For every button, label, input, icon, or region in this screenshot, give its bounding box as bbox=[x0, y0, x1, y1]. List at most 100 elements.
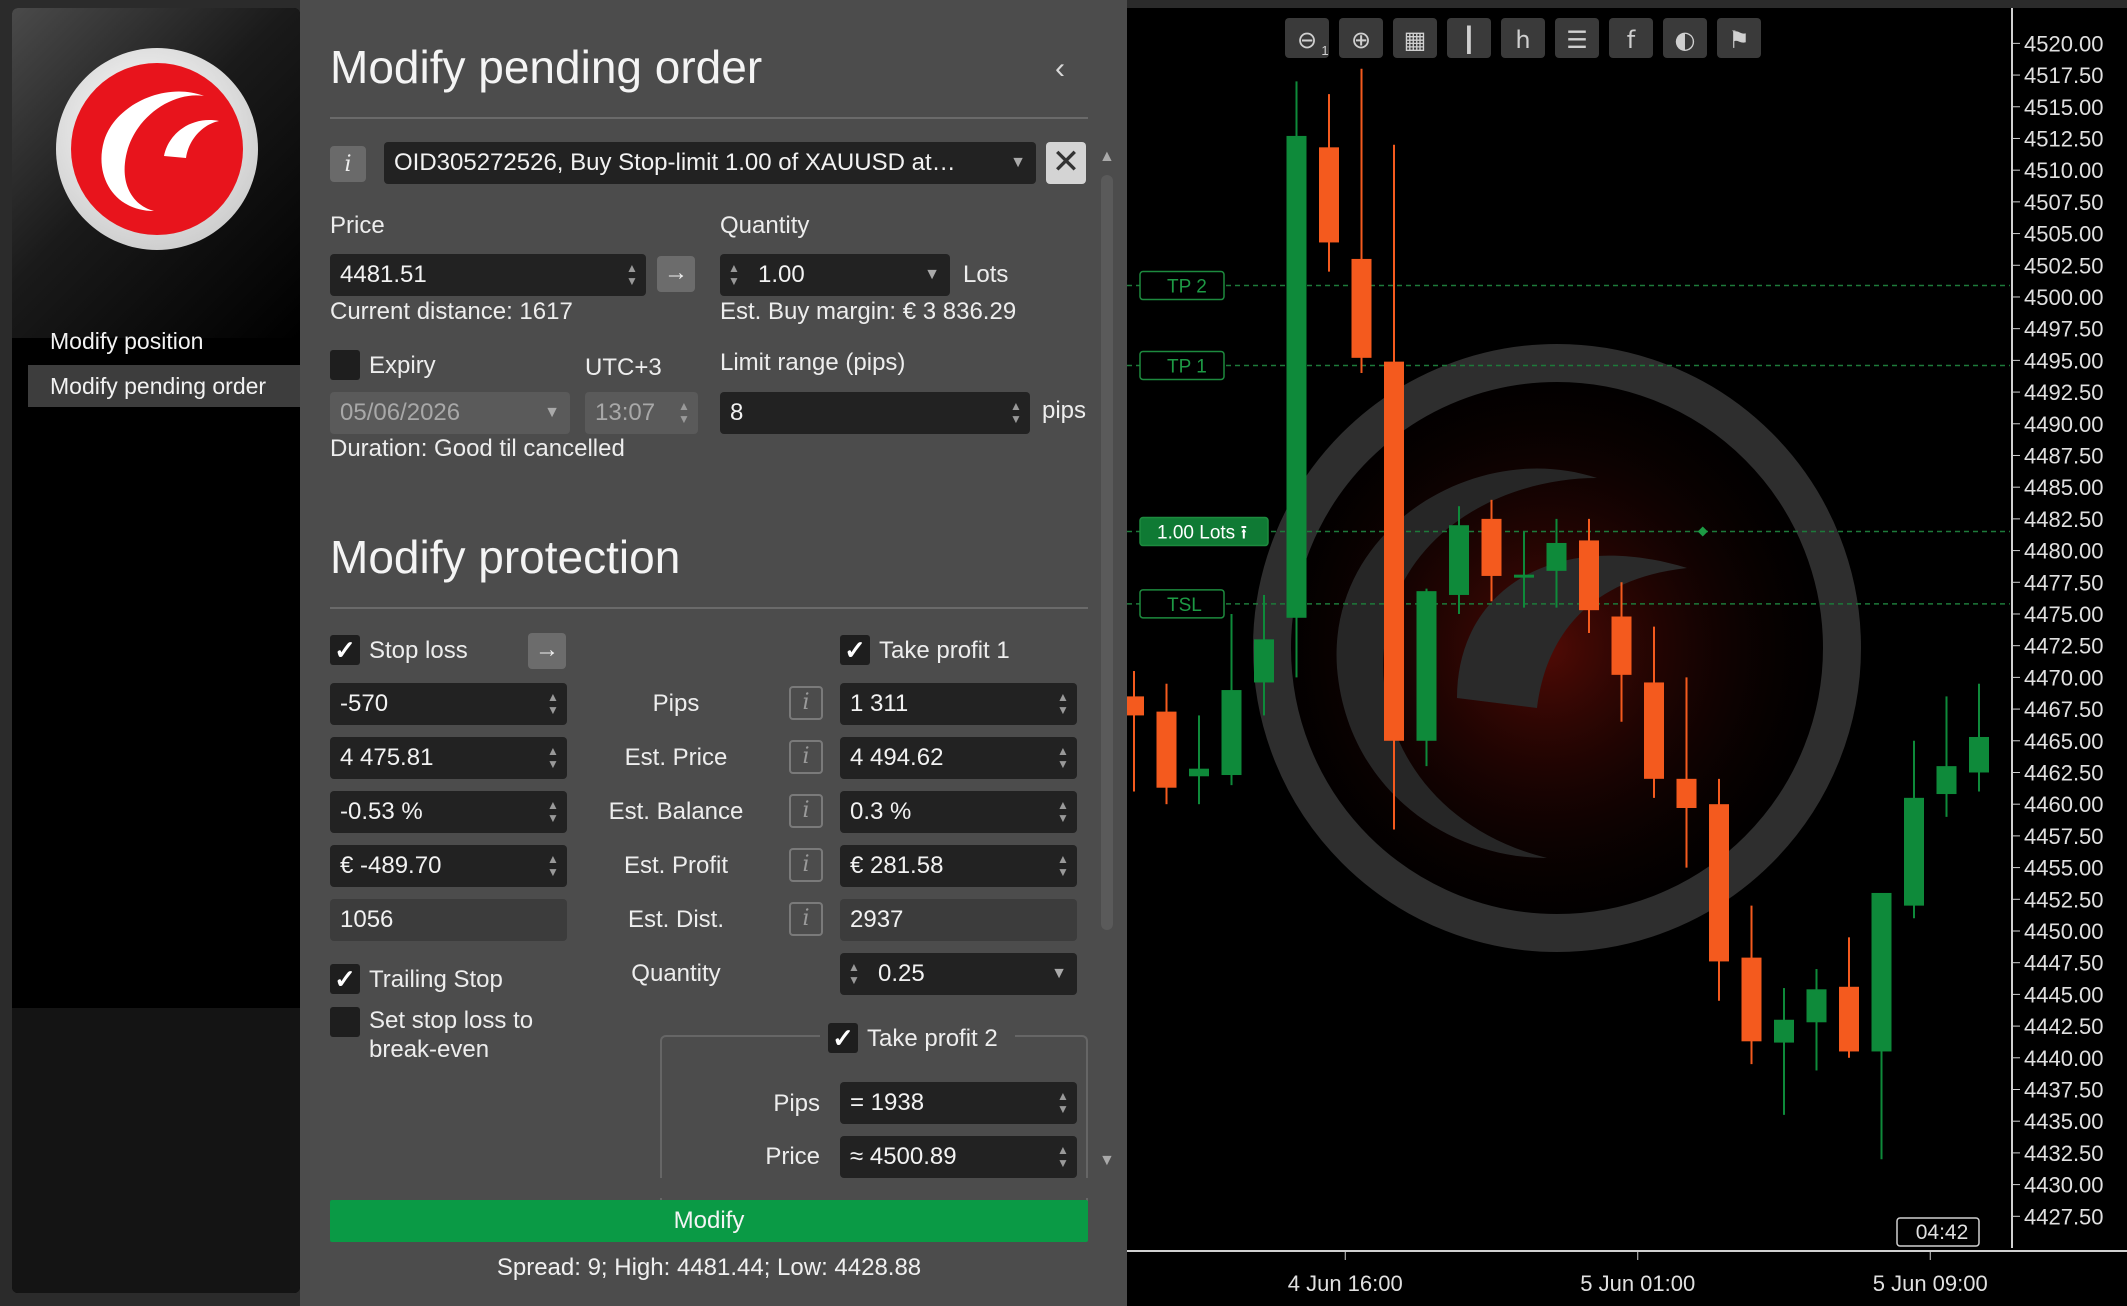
y-tick-label: 4447.50 bbox=[2024, 951, 2104, 976]
x-tick-label: 5 Jun 09:00 bbox=[1873, 1271, 1988, 1296]
stop-loss-arrow-icon[interactable]: → bbox=[528, 633, 566, 669]
candle-body bbox=[1221, 690, 1242, 776]
y-tick-label: 4452.50 bbox=[2024, 887, 2104, 912]
y-tick-label: 4435.00 bbox=[2024, 1109, 2104, 1134]
take-profit2-label: Take profit 2 bbox=[867, 1025, 998, 1052]
y-tick-label: 4432.50 bbox=[2024, 1141, 2104, 1166]
spinner-icon[interactable]: ▲ ▼ bbox=[547, 691, 559, 717]
spinner-icon[interactable]: ▲ ▼ bbox=[1057, 691, 1069, 717]
info-icon[interactable]: i bbox=[789, 848, 823, 882]
spinner-icon[interactable]: ▲ ▼ bbox=[626, 262, 638, 288]
spinner-icon[interactable]: ▲ ▼ bbox=[848, 961, 860, 987]
candle-body bbox=[1774, 1019, 1794, 1043]
tp-profit-value: € 281.58 bbox=[850, 852, 944, 879]
candle-body bbox=[1319, 147, 1339, 243]
order-select[interactable]: OID305272526, Buy Stop-limit 1.00 of XAU… bbox=[384, 142, 1036, 184]
divider bbox=[330, 607, 1088, 609]
expiry-time-value: 13:07 bbox=[595, 399, 656, 426]
chart-canvas[interactable]: 4520.00 4517.50 4515.00 4512.50 4510.00 4507.… bbox=[1124, 8, 2127, 1306]
tp-balance-input[interactable]: 0.3 % ▲ ▼ bbox=[840, 791, 1077, 833]
sl-distance-value: 1056 bbox=[340, 906, 394, 933]
spinner-icon[interactable]: ▲ ▼ bbox=[547, 853, 559, 879]
take-profit2-checkbox[interactable]: ✓ bbox=[828, 1023, 858, 1053]
expiry-checkbox[interactable] bbox=[330, 350, 360, 380]
scroll-down-icon[interactable]: ▼ bbox=[1099, 1152, 1115, 1170]
tp-distance-field: 2937 bbox=[840, 899, 1077, 941]
list-icon-glyph: ☰ bbox=[1566, 26, 1588, 54]
spinner-icon[interactable]: ▲ ▼ bbox=[547, 799, 559, 825]
page-title: Modify pending order bbox=[330, 41, 763, 93]
y-tick-label: 4437.50 bbox=[2024, 1077, 2104, 1102]
candle-body bbox=[1839, 986, 1859, 1052]
x-tick-label: 5 Jun 01:00 bbox=[1580, 1271, 1695, 1296]
sl-profit-input[interactable]: € -489.70 ▲ ▼ bbox=[330, 845, 567, 887]
tp2-pips-value: = 1938 bbox=[850, 1089, 925, 1116]
info-icon[interactable]: i bbox=[789, 740, 823, 774]
y-tick-label: 4430.00 bbox=[2024, 1173, 2104, 1198]
chart-settings-icon-glyph: ▦ bbox=[1404, 26, 1427, 54]
row-label-pips: Pips bbox=[652, 690, 700, 717]
spinner-icon[interactable]: ▲ ▼ bbox=[547, 745, 559, 771]
form-scrollbar[interactable] bbox=[1101, 175, 1113, 930]
collapse-chevron-icon[interactable]: ‹ bbox=[1055, 52, 1065, 86]
y-tick-label: 4455.00 bbox=[2024, 856, 2104, 881]
sl-pips-input[interactable]: -570 ▲ ▼ bbox=[330, 683, 567, 725]
spinner-icon[interactable]: ▲ ▼ bbox=[1057, 1090, 1069, 1116]
candle-body bbox=[1936, 766, 1957, 795]
info-icon[interactable]: i bbox=[789, 902, 823, 936]
chevron-down-icon: ▼ bbox=[924, 266, 940, 283]
y-tick-label: 4502.50 bbox=[2024, 253, 2104, 278]
tp-pips-input[interactable]: 1 311 ▲ ▼ bbox=[840, 683, 1077, 725]
info-icon[interactable]: i bbox=[789, 794, 823, 828]
nav-item-modify-position[interactable]: Modify position bbox=[28, 320, 300, 362]
breakeven-checkbox[interactable] bbox=[330, 1007, 360, 1037]
set-market-price-arrow-icon[interactable]: → bbox=[657, 256, 695, 292]
candle-body bbox=[1741, 957, 1762, 1042]
info-icon[interactable]: i bbox=[789, 686, 823, 720]
nav-item-modify-pending-order[interactable]: Modify pending order bbox=[28, 365, 300, 407]
spinner-icon[interactable]: ▲ ▼ bbox=[728, 262, 740, 288]
tp-price-input[interactable]: 4 494.62 ▲ ▼ bbox=[840, 737, 1077, 779]
spinner-icon[interactable]: ▲ ▼ bbox=[678, 400, 690, 426]
y-tick-label: 4477.50 bbox=[2024, 570, 2104, 595]
take-profit1-checkbox[interactable]: ✓ bbox=[840, 635, 870, 665]
candles-icon-glyph: ┃ bbox=[1462, 25, 1476, 54]
limit-range-input[interactable]: 8 ▲ ▼ bbox=[720, 392, 1030, 434]
spinner-icon[interactable]: ▲ ▼ bbox=[1057, 745, 1069, 771]
tp2-pips-input[interactable]: = 1938 ▲ ▼ bbox=[840, 1082, 1077, 1124]
level-tag-label: 1.00 Lots ⭱ bbox=[1157, 523, 1247, 544]
spinner-icon[interactable]: ▲ ▼ bbox=[1057, 853, 1069, 879]
tp-distance-value: 2937 bbox=[850, 906, 904, 933]
close-icon[interactable]: ✕ bbox=[1046, 142, 1086, 184]
expiry-date-select[interactable]: 05/06/2026 ▼ bbox=[330, 392, 570, 434]
divider bbox=[330, 117, 1088, 119]
tp2-price-input[interactable]: ≈ 4500.89 ▲ ▼ bbox=[840, 1136, 1077, 1178]
y-tick-label: 4472.50 bbox=[2024, 634, 2104, 659]
price-input[interactable]: 4481.51 ▲ ▼ bbox=[330, 254, 646, 296]
price-chart[interactable]: 4520.00 4517.50 4515.00 4512.50 4510.00 4507.… bbox=[1124, 8, 2127, 1306]
stop-loss-checkbox[interactable]: ✓ bbox=[330, 635, 360, 665]
modify-button[interactable]: Modify bbox=[330, 1200, 1088, 1242]
spinner-icon[interactable]: ▲ ▼ bbox=[1057, 1144, 1069, 1170]
candle-body bbox=[1969, 736, 1989, 773]
order-info-icon[interactable]: i bbox=[330, 146, 366, 182]
y-tick-label: 4427.50 bbox=[2024, 1204, 2104, 1229]
spread-status: Spread: 9; High: 4481.44; Low: 4428.88 bbox=[496, 1254, 922, 1281]
y-tick-label: 4515.00 bbox=[2024, 95, 2104, 120]
y-tick-label: 4497.50 bbox=[2024, 317, 2104, 342]
y-tick-label: 4507.50 bbox=[2024, 190, 2104, 215]
spinner-icon[interactable]: ▲ ▼ bbox=[1010, 400, 1022, 426]
tp-quantity-select[interactable]: ▲ ▼ 0.25 ▼ bbox=[840, 953, 1077, 995]
sl-price-input[interactable]: 4 475.81 ▲ ▼ bbox=[330, 737, 567, 779]
limit-range-label: Limit range (pips) bbox=[720, 349, 906, 376]
y-tick-label: 4440.00 bbox=[2024, 1046, 2104, 1071]
spinner-icon[interactable]: ▲ ▼ bbox=[1057, 799, 1069, 825]
tp-profit-input[interactable]: € 281.58 ▲ ▼ bbox=[840, 845, 1077, 887]
sl-balance-input[interactable]: -0.53 % ▲ ▼ bbox=[330, 791, 567, 833]
quantity-select[interactable]: ▲ ▼ 1.00 ▼ bbox=[720, 254, 950, 296]
zoom-out-icon-glyph: ⊖ bbox=[1297, 26, 1317, 54]
candle-body bbox=[1156, 711, 1177, 788]
scroll-up-icon[interactable]: ▲ bbox=[1099, 148, 1115, 166]
trailing-stop-checkbox[interactable]: ✓ bbox=[330, 964, 360, 994]
expiry-time-input[interactable]: 13:07 ▲ ▼ bbox=[585, 392, 698, 434]
